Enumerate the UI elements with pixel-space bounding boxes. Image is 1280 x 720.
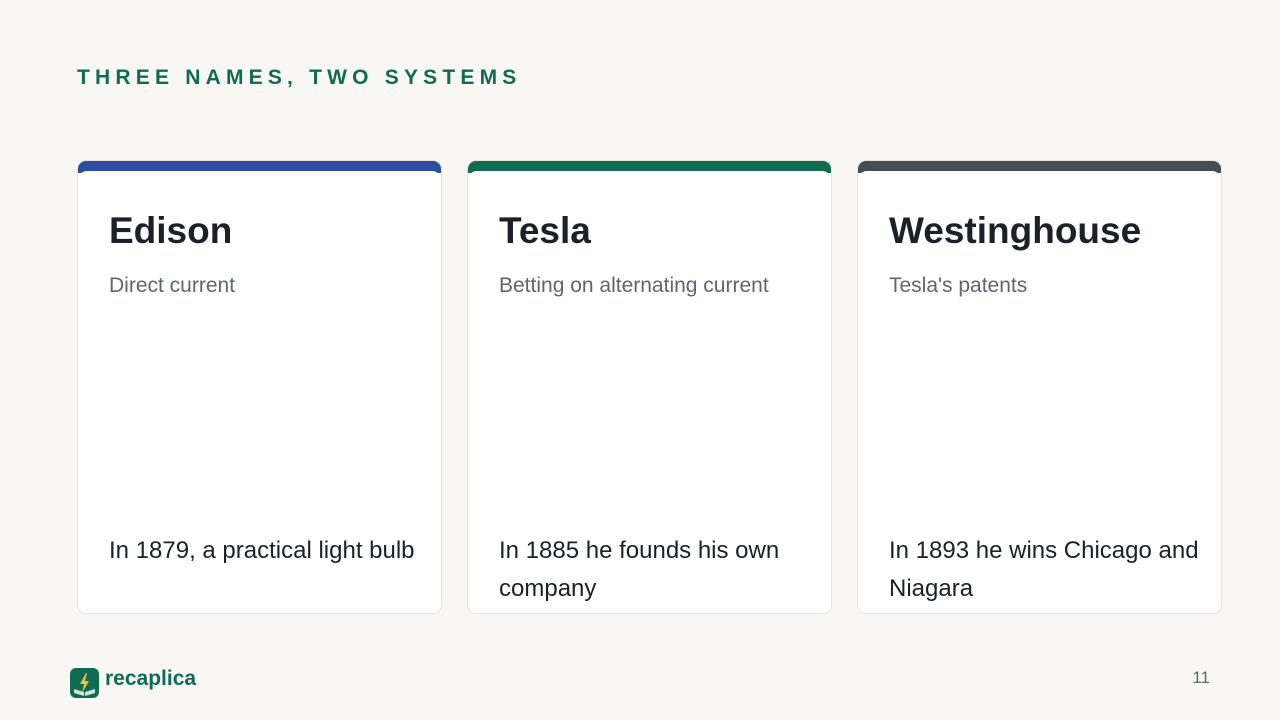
lightning-book-icon [70, 668, 99, 698]
card-title: Westinghouse [889, 210, 1142, 251]
card-footnote: In 1885 he founds his own company [499, 537, 780, 602]
card-title: Edison [109, 210, 233, 251]
slide: THREE NAMES, TWO SYSTEMS Edison Direct c… [0, 0, 1280, 720]
card-subtitle: Tesla's patents [889, 274, 1028, 297]
slide-eyebrow-title: THREE NAMES, TWO SYSTEMS [77, 66, 522, 89]
card-tesla: Tesla Betting on alternating current In … [467, 160, 832, 614]
brand-wordmark: recaplica [105, 666, 197, 690]
card-footnote: In 1893 he wins Chicago and Niagara [889, 537, 1199, 602]
page-number: 11 [1192, 668, 1210, 687]
brand-logo: recaplica [70, 666, 197, 698]
card-subtitle: Direct current [109, 274, 236, 297]
card-subtitle: Betting on alternating current [499, 274, 769, 297]
card-footnote: In 1879, a practical light bulb [109, 537, 415, 564]
card-edison: Edison Direct current In 1879, a practic… [77, 160, 442, 614]
card-title: Tesla [499, 210, 591, 251]
card-westinghouse: Westinghouse Tesla's patents In 1893 he … [857, 160, 1222, 614]
